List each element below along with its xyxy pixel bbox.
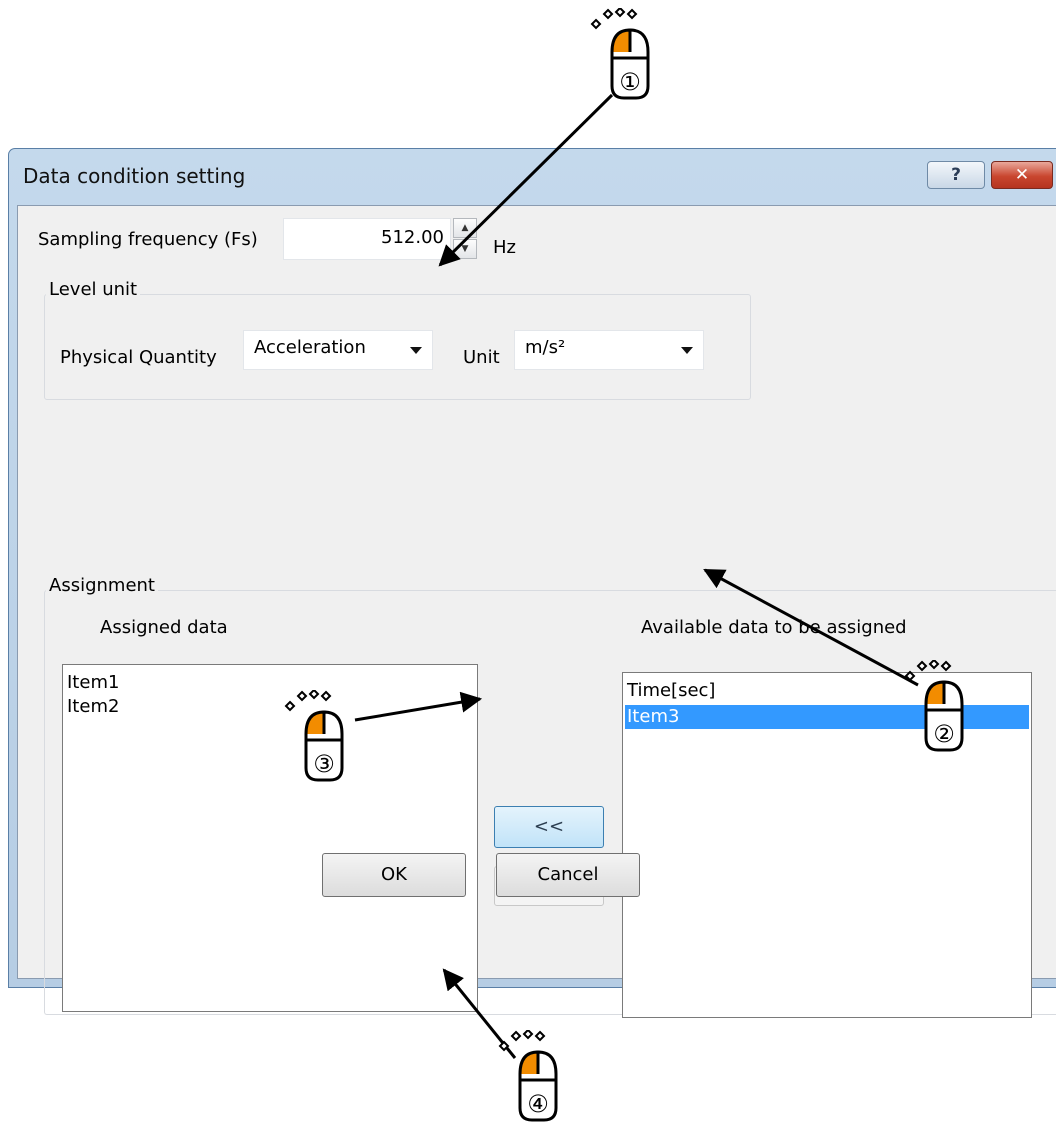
mouse-left-click-icon: ② bbox=[900, 658, 980, 770]
step-number-2: ② bbox=[933, 720, 955, 748]
step-number-4: ④ bbox=[527, 1090, 549, 1118]
arrow-step-3 bbox=[354, 691, 483, 722]
mouse-left-click-icon: ④ bbox=[494, 1028, 574, 1140]
arrow-step-1 bbox=[438, 93, 614, 267]
annotation-arrows bbox=[354, 93, 919, 1059]
arrow-step-2 bbox=[703, 568, 919, 687]
mouse-left-click-icon: ① bbox=[586, 6, 666, 118]
step-number-3: ③ bbox=[313, 750, 335, 778]
mouse-left-click-icon: ③ bbox=[280, 688, 360, 800]
step-number-1: ① bbox=[619, 68, 641, 96]
